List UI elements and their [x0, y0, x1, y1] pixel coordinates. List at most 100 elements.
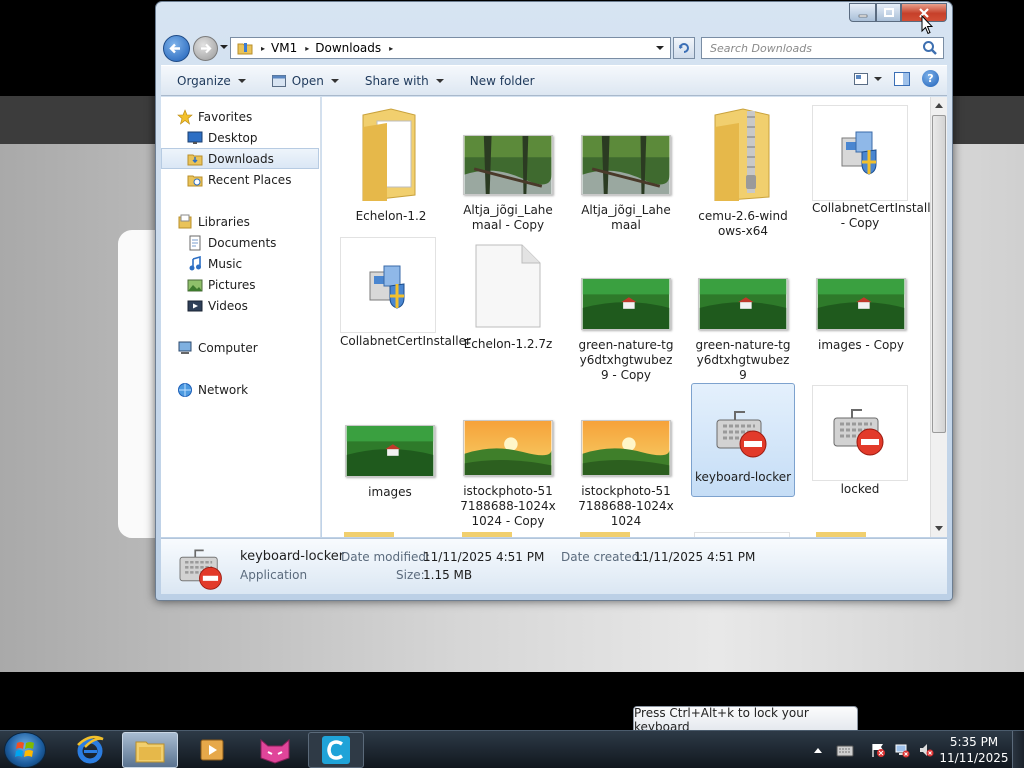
- taskbar-file-explorer[interactable]: [122, 732, 178, 768]
- chevron-down-icon: [435, 78, 444, 83]
- file-explorer-icon: [135, 741, 165, 763]
- forward-button[interactable]: [193, 36, 218, 61]
- show-desktop-button[interactable]: [1012, 731, 1024, 768]
- chevron-down-icon: [237, 78, 246, 83]
- navigation-bar: ▸ VM1 ▸ Downloads ▸: [163, 33, 947, 62]
- change-view-button[interactable]: [854, 72, 882, 85]
- zip-folder-icon: [714, 108, 770, 202]
- file-item-application-selected[interactable]: keyboard-locker: [691, 383, 795, 497]
- maximize-button[interactable]: [876, 3, 901, 22]
- share-with-menu[interactable]: Share with: [355, 69, 454, 93]
- cat-app-icon: [260, 738, 290, 764]
- nav-item-desktop[interactable]: Desktop: [161, 127, 319, 148]
- details-file-type: Application: [240, 568, 308, 582]
- address-separator: ▸: [389, 43, 394, 53]
- nav-item-downloads[interactable]: Downloads: [161, 148, 319, 169]
- keyboard-locker-icon: [179, 549, 222, 590]
- address-dropdown[interactable]: [656, 46, 664, 50]
- file-item-image[interactable]: istockphoto-517188688-1024x1024: [578, 420, 674, 529]
- search-box[interactable]: [701, 37, 944, 59]
- minimize-icon: [858, 14, 867, 17]
- taskbar-cat-app[interactable]: [247, 732, 303, 768]
- file-item-image[interactable]: istockphoto-517188688-1024x1024 - Copy: [460, 420, 556, 529]
- taskbar-media-player[interactable]: [184, 732, 240, 768]
- search-input[interactable]: [710, 39, 922, 57]
- file-item-image[interactable]: images - Copy: [813, 278, 909, 353]
- help-icon[interactable]: ?: [922, 70, 939, 87]
- keyboard-tray-icon[interactable]: [836, 743, 854, 757]
- minimize-button[interactable]: [849, 3, 876, 22]
- file-item-image[interactable]: Altja_jõgi_Lahemaal: [578, 135, 674, 233]
- file-item-archive[interactable]: cemu-2.6-windows-x64: [695, 105, 791, 239]
- file-name: images - Copy: [817, 338, 905, 352]
- file-item-installer[interactable]: [340, 237, 436, 333]
- network-status-icon[interactable]: [894, 742, 910, 758]
- installer-icon: [369, 265, 405, 309]
- nav-item-computer[interactable]: Computer: [161, 337, 319, 358]
- scroll-up-icon[interactable]: [935, 103, 943, 108]
- downloads-folder-icon: [187, 154, 203, 165]
- file-item-application[interactable]: [812, 385, 908, 481]
- nav-item-network[interactable]: Network: [161, 379, 319, 400]
- green-nature-photo-thumbnail: [345, 425, 435, 477]
- nav-item-libraries[interactable]: Libraries: [161, 211, 319, 232]
- nav-item-documents[interactable]: Documents: [161, 232, 319, 253]
- address-separator: ▸: [305, 43, 310, 53]
- taskbar-c-app[interactable]: [308, 732, 364, 768]
- nav-item-pictures[interactable]: Pictures: [161, 274, 319, 295]
- refresh-button[interactable]: [673, 37, 695, 59]
- maximize-icon: [883, 7, 894, 17]
- show-hidden-icons-button[interactable]: [814, 747, 822, 753]
- open-icon: [271, 74, 286, 87]
- clock-date: 11/11/2025: [939, 751, 1009, 765]
- network-icon: [178, 382, 192, 397]
- file-item-image[interactable]: green-nature-tgy6dtxhgtwubez9 - Copy: [578, 278, 674, 383]
- nav-label: Recent Places: [208, 172, 292, 187]
- file-item-installer[interactable]: [812, 105, 908, 201]
- organize-menu[interactable]: Organize: [167, 69, 256, 93]
- address-segment-vm1[interactable]: VM1: [271, 41, 297, 55]
- nav-item-favorites[interactable]: Favorites: [161, 106, 319, 127]
- file-name: CollabnetCertInstaller - Copy: [812, 201, 930, 230]
- new-folder-label: New folder: [469, 73, 535, 88]
- new-folder-button[interactable]: New folder: [460, 69, 545, 93]
- recent-pages-dropdown[interactable]: [220, 45, 228, 49]
- partial-file: [694, 532, 790, 537]
- file-list: Echelon-1.2 Altja_jõgi_Lahemaal - Copy A…: [322, 97, 930, 537]
- documents-icon: [189, 235, 201, 250]
- file-item-image[interactable]: green-nature-tgy6dtxhgtwubez9: [695, 278, 791, 383]
- share-with-label: Share with: [364, 73, 429, 88]
- file-item-folder[interactable]: Echelon-1.2: [343, 105, 439, 224]
- refresh-icon: [679, 43, 689, 53]
- file-name: keyboard-locker: [694, 470, 792, 484]
- file-item-image[interactable]: Altja_jõgi_Lahemaal - Copy: [460, 135, 556, 233]
- clock[interactable]: 5:35 PM 11/11/2025: [936, 734, 1012, 766]
- toolbar-right: ?: [854, 70, 939, 87]
- address-separator: ▸: [261, 43, 266, 53]
- action-center-flag-icon[interactable]: [870, 742, 886, 758]
- vertical-scrollbar[interactable]: [930, 97, 947, 537]
- partial-folder: [344, 532, 394, 537]
- scroll-thumb[interactable]: [932, 115, 946, 433]
- chevron-down-icon: [330, 78, 339, 83]
- open-button[interactable]: Open: [262, 69, 349, 93]
- file-item-7z[interactable]: Echelon-1.2.7z: [460, 243, 556, 352]
- scroll-down-icon[interactable]: [935, 526, 943, 531]
- date-created-label: Date created:: [561, 550, 644, 564]
- taskbar-internet-explorer[interactable]: [62, 732, 118, 768]
- volume-muted-icon[interactable]: [918, 742, 934, 758]
- windows-logo-icon: [15, 742, 34, 757]
- green-nature-photo-thumbnail: [816, 278, 906, 330]
- address-bar[interactable]: ▸ VM1 ▸ Downloads ▸: [230, 37, 671, 59]
- address-segment-downloads[interactable]: Downloads: [315, 41, 381, 55]
- back-button[interactable]: [163, 35, 190, 62]
- file-item-image[interactable]: images: [342, 425, 438, 500]
- mouse-cursor-icon: [921, 15, 933, 35]
- nav-item-recent-places[interactable]: Recent Places: [161, 169, 319, 190]
- start-button[interactable]: [4, 732, 46, 768]
- green-nature-photo-thumbnail: [698, 278, 788, 330]
- nav-item-videos[interactable]: Videos: [161, 295, 319, 316]
- navigation-pane: Favorites Desktop Downloads Recent Place…: [161, 97, 321, 537]
- nav-item-music[interactable]: Music: [161, 253, 319, 274]
- preview-pane-button[interactable]: [894, 71, 910, 86]
